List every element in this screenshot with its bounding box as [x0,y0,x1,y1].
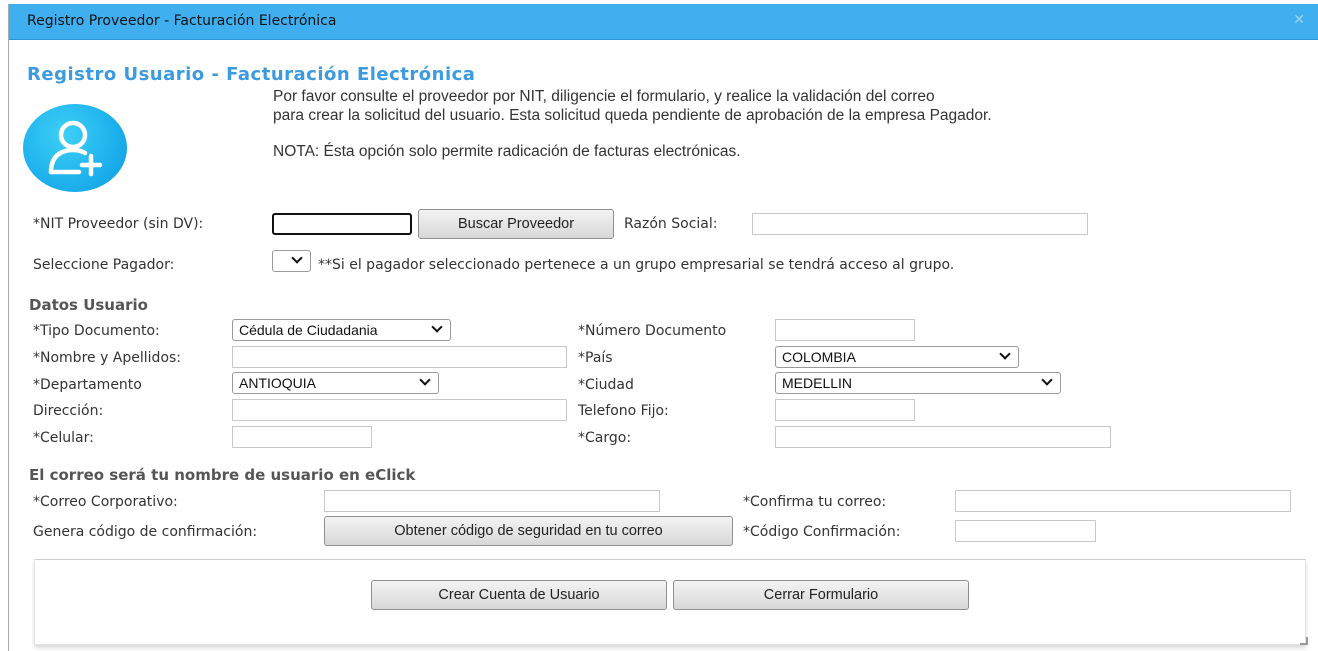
ciudad-value: MEDELLIN [782,375,853,391]
ciudad-select[interactable]: MEDELLIN [775,372,1061,394]
resize-grip-icon[interactable] [1300,637,1308,645]
correo-corporativo-label: *Correo Corporativo: [33,494,178,510]
pais-label: *País [578,350,613,366]
pais-select[interactable]: COLOMBIA [775,346,1019,368]
intro-note: NOTA: Ésta opción solo permite radicació… [273,143,741,160]
pagador-note: **Si el pagador seleccionado pertenece a… [318,257,955,273]
celular-label: *Celular: [33,430,94,446]
departamento-select[interactable]: ANTIOQUIA [232,372,439,394]
tipo-documento-value: Cédula de Ciudadania [239,322,378,338]
correo-corporativo-input[interactable] [324,490,660,512]
cerrar-formulario-button[interactable]: Cerrar Formulario [673,580,969,610]
departamento-label: *Departamento [33,377,142,393]
razon-social-label: Razón Social: [624,216,718,232]
obtener-codigo-button[interactable]: Obtener código de seguridad en tu correo [324,516,733,546]
chevron-down-icon [431,321,443,333]
buscar-proveedor-button[interactable]: Buscar Proveedor [418,209,614,239]
direccion-input[interactable] [232,399,567,421]
codigo-confirmacion-input[interactable] [955,520,1096,542]
codigo-confirmacion-label: *Código Confirmación: [743,524,901,540]
correo-section-title: El correo será tu nombre de usuario en e… [29,466,416,484]
telefono-label: Telefono Fijo: [578,403,669,419]
confirma-correo-input[interactable] [955,490,1291,512]
telefono-input[interactable] [775,399,915,421]
add-user-icon [23,104,127,192]
nit-label: *NIT Proveedor (sin DV): [33,216,204,232]
nombre-input[interactable] [232,346,567,368]
crear-cuenta-button[interactable]: Crear Cuenta de Usuario [371,580,667,610]
ciudad-label: *Ciudad [578,377,634,393]
button-panel: Crear Cuenta de Usuario Cerrar Formulari… [34,559,1306,645]
departamento-value: ANTIOQUIA [239,375,317,391]
nombre-label: *Nombre y Apellidos: [33,350,182,366]
direccion-label: Dirección: [33,403,104,419]
chevron-down-icon [419,374,431,386]
dialog-title: Registro Proveedor - Facturación Electró… [27,13,337,29]
pagador-select[interactable] [272,250,311,272]
close-icon[interactable]: ✕ [1293,12,1305,28]
intro-line-1: Por favor consulte el proveedor por NIT,… [273,88,935,105]
chevron-down-icon [291,252,303,264]
dialog-titlebar[interactable]: Registro Proveedor - Facturación Electró… [9,4,1318,40]
datos-usuario-title: Datos Usuario [29,296,148,314]
pais-value: COLOMBIA [782,349,856,365]
numero-documento-input[interactable] [775,319,915,341]
nit-input[interactable] [272,213,412,235]
pagador-label: Seleccione Pagador: [33,257,175,273]
genera-codigo-label: Genera código de confirmación: [33,524,258,540]
tipo-documento-select[interactable]: Cédula de Ciudadania [232,319,451,341]
registro-dialog: Registro Proveedor - Facturación Electró… [8,4,1318,651]
confirma-correo-label: *Confirma tu correo: [743,494,887,510]
celular-input[interactable] [232,426,372,448]
cargo-label: *Cargo: [578,430,632,446]
page-title: Registro Usuario - Facturación Electróni… [27,64,476,85]
razon-social-input[interactable] [752,213,1088,235]
intro-line-2: para crear la solicitud del usuario. Est… [273,107,992,124]
chevron-down-icon [1041,374,1053,386]
tipo-documento-label: *Tipo Documento: [33,323,160,339]
cargo-input[interactable] [775,426,1111,448]
chevron-down-icon [999,348,1011,360]
numero-documento-label: *Número Documento [578,323,727,339]
